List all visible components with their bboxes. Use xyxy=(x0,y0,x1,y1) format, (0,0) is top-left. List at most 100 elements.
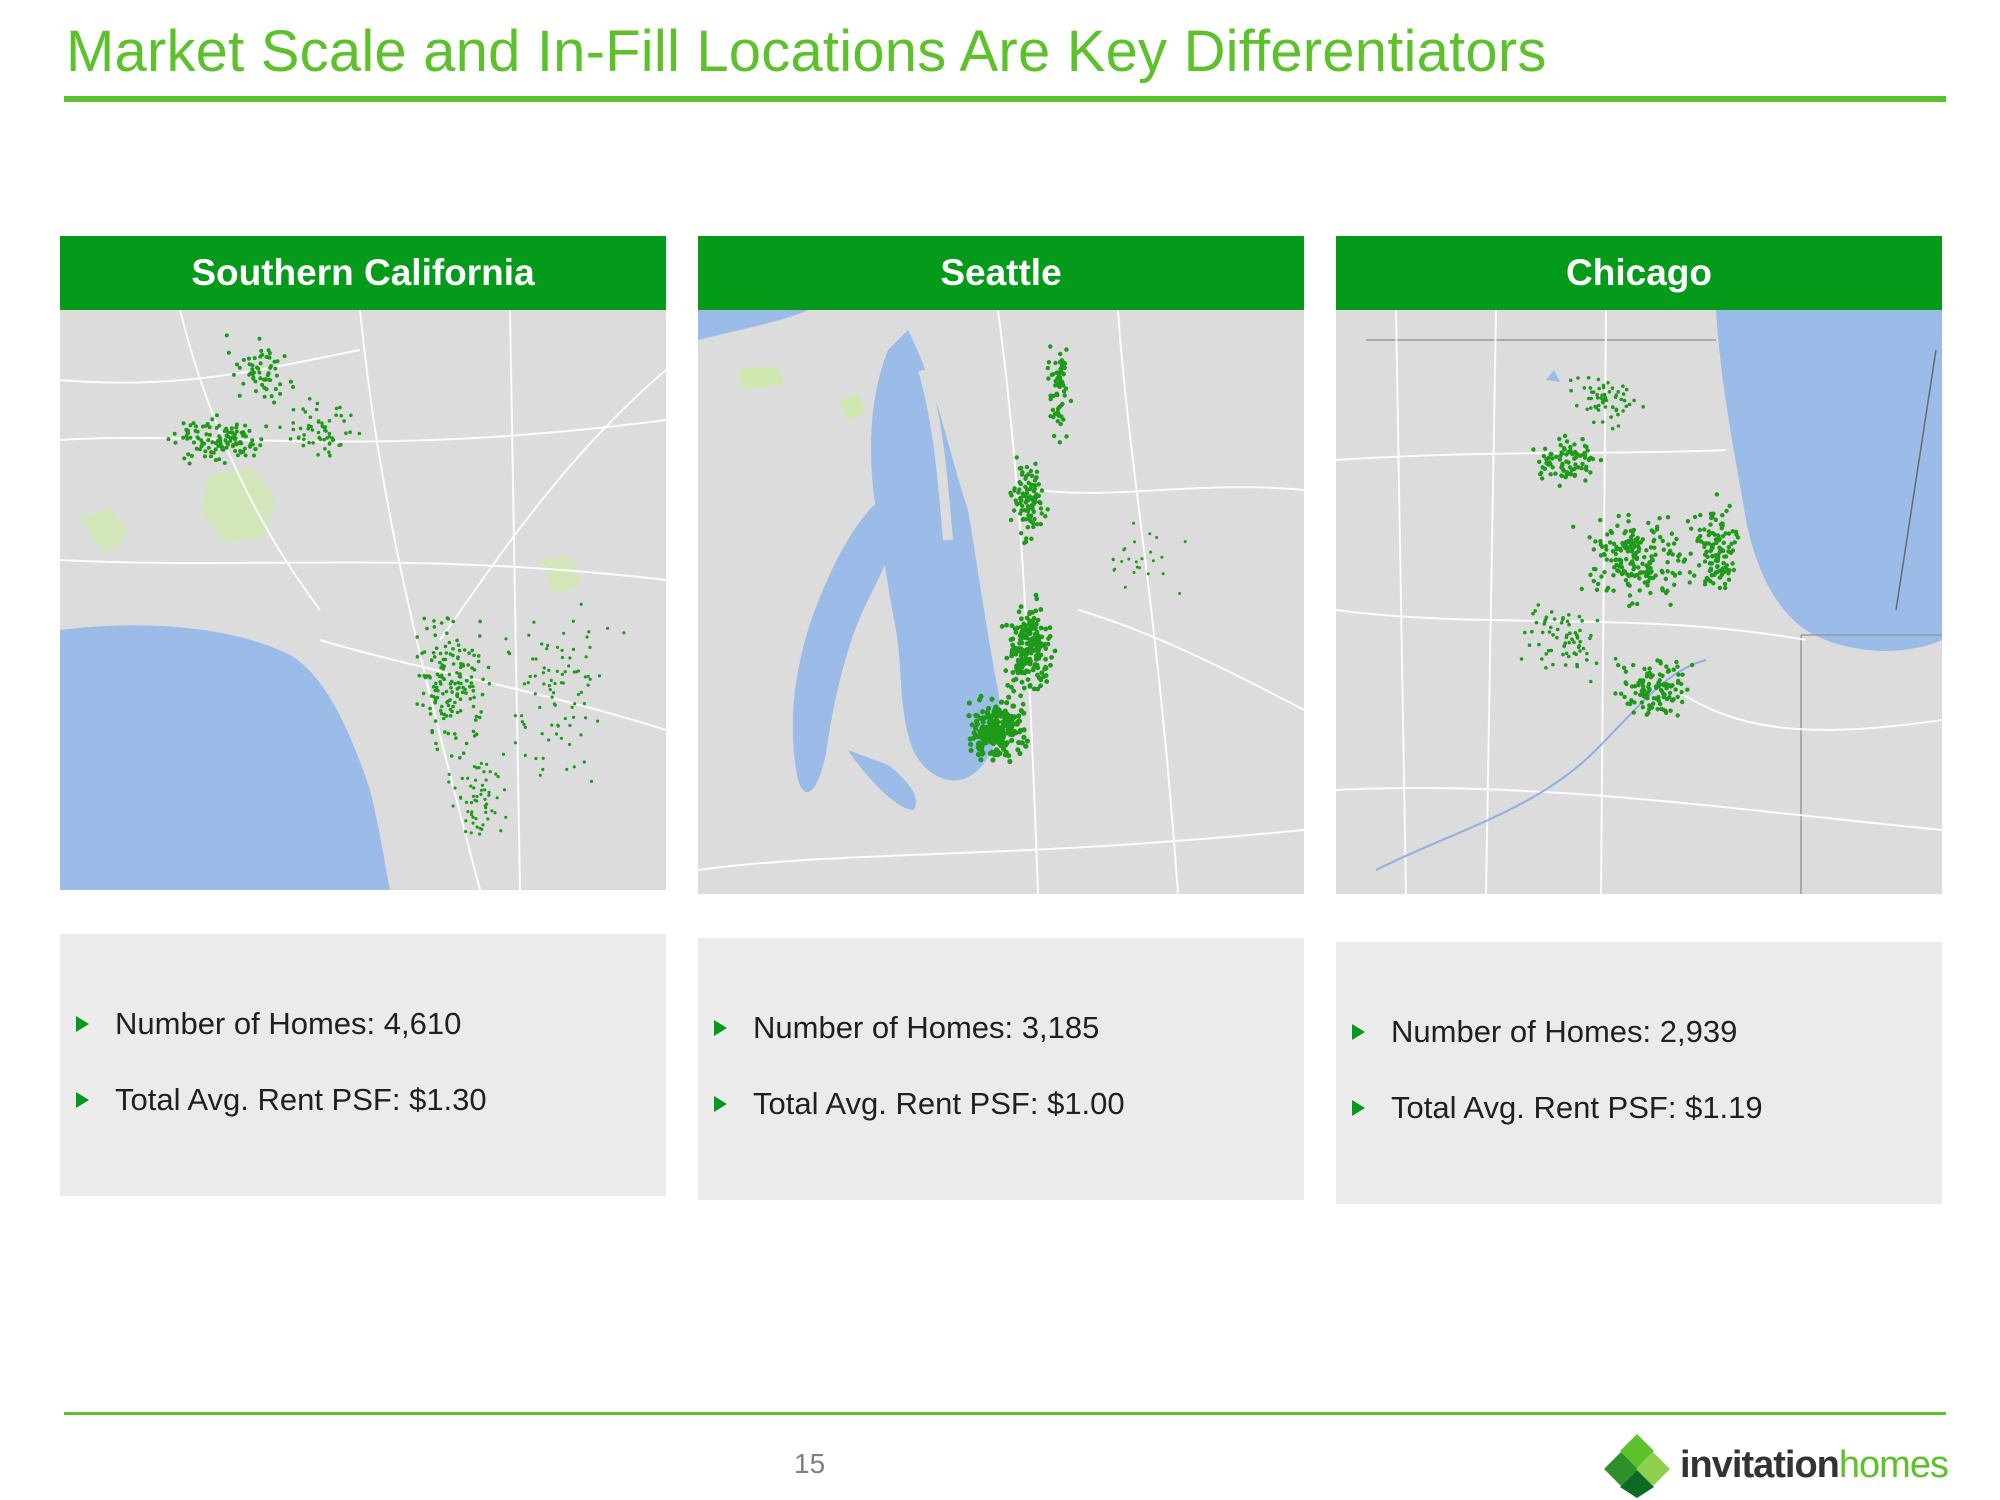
home-location-dot xyxy=(224,445,229,450)
home-location-dot xyxy=(428,706,432,711)
home-location-dot xyxy=(316,430,321,435)
home-location-dot xyxy=(534,756,538,761)
home-location-dot xyxy=(597,674,602,678)
home-location-dot xyxy=(1045,641,1051,647)
home-location-dot xyxy=(1035,672,1040,678)
home-location-dot xyxy=(338,405,342,410)
home-location-dot xyxy=(1698,512,1703,518)
home-location-dot xyxy=(1061,389,1067,394)
home-location-dot xyxy=(1688,551,1693,556)
home-location-dot xyxy=(247,428,252,433)
home-location-dot xyxy=(528,674,532,678)
home-location-dot xyxy=(1566,460,1571,465)
home-location-dot xyxy=(1018,693,1023,699)
home-location-dot xyxy=(1578,649,1582,653)
home-location-dot xyxy=(251,376,256,381)
home-location-dot xyxy=(1027,494,1032,499)
home-location-dot xyxy=(1018,604,1024,610)
home-location-dot xyxy=(478,634,482,638)
home-location-dot xyxy=(1597,386,1601,391)
home-location-dot xyxy=(555,669,559,673)
home-location-dot xyxy=(456,643,461,647)
home-location-dot xyxy=(1676,558,1681,563)
home-location-dot xyxy=(1712,572,1717,577)
home-location-dot xyxy=(205,422,210,426)
home-location-dot xyxy=(1112,568,1116,572)
home-location-dot xyxy=(470,810,474,814)
home-location-dot xyxy=(222,461,227,465)
home-location-dot xyxy=(415,635,420,639)
home-location-dot xyxy=(1622,694,1627,700)
home-location-dot xyxy=(476,659,481,664)
home-location-dot xyxy=(1020,503,1025,509)
home-location-dot xyxy=(1542,446,1548,451)
home-location-dot xyxy=(548,688,552,692)
home-location-dot xyxy=(552,702,556,706)
home-location-dot xyxy=(968,741,974,747)
home-location-dot xyxy=(1641,405,1645,409)
home-location-dot xyxy=(1713,517,1718,522)
home-location-dot xyxy=(980,709,986,715)
home-location-dot xyxy=(431,651,436,655)
home-location-dot xyxy=(547,684,551,688)
home-location-dot xyxy=(1160,555,1164,559)
home-location-dot xyxy=(1658,535,1663,540)
home-location-dot xyxy=(328,453,332,458)
home-location-dot xyxy=(1637,546,1642,551)
home-location-dot xyxy=(1061,371,1066,376)
home-location-dot xyxy=(1639,700,1645,705)
home-location-dot xyxy=(522,722,526,726)
home-location-dot xyxy=(1004,740,1010,746)
home-location-dot xyxy=(1640,705,1646,710)
home-location-dot xyxy=(1665,669,1671,674)
home-location-dot xyxy=(1692,573,1697,578)
home-location-dot xyxy=(208,454,213,459)
home-location-dot xyxy=(1662,681,1667,687)
home-location-dot xyxy=(1661,547,1666,552)
home-location-dot xyxy=(1679,681,1684,687)
home-location-dot xyxy=(485,802,489,806)
home-location-dot xyxy=(971,730,977,736)
home-location-dot xyxy=(1723,565,1728,570)
home-location-dot xyxy=(278,425,282,430)
home-location-dot xyxy=(260,352,265,357)
home-location-dot xyxy=(1613,395,1618,399)
home-location-dot xyxy=(1628,561,1633,566)
home-location-dot xyxy=(447,672,452,677)
home-location-dot xyxy=(1726,549,1731,554)
home-location-dot xyxy=(1570,637,1574,642)
home-location-dot xyxy=(1708,567,1714,573)
home-location-dot xyxy=(451,662,456,666)
home-location-dot xyxy=(1651,696,1657,701)
home-location-dot xyxy=(1014,665,1019,671)
home-location-dot xyxy=(490,809,494,813)
home-location-dot xyxy=(1613,657,1618,661)
home-location-dot xyxy=(1613,691,1618,696)
home-location-dot xyxy=(475,799,479,803)
home-location-dot xyxy=(1020,517,1025,522)
home-location-dot xyxy=(242,446,247,451)
home-location-dot xyxy=(1705,554,1710,559)
home-location-dot xyxy=(1588,470,1593,475)
home-location-dot xyxy=(1024,615,1030,621)
home-location-dot xyxy=(1591,578,1596,584)
home-location-dot xyxy=(1021,685,1027,691)
home-location-dot xyxy=(1546,648,1551,653)
home-location-dot xyxy=(441,716,446,721)
home-location-dot xyxy=(434,741,438,746)
home-location-dot xyxy=(327,450,331,455)
home-location-dot xyxy=(195,435,200,440)
home-location-dot xyxy=(1604,557,1609,562)
home-location-dot xyxy=(1527,643,1532,647)
home-location-dot xyxy=(234,422,239,427)
home-location-dot xyxy=(479,788,484,792)
home-location-dot xyxy=(1549,625,1553,630)
home-location-dot xyxy=(468,697,473,701)
home-location-dot xyxy=(470,648,475,653)
home-location-dot xyxy=(430,730,435,735)
home-location-dot xyxy=(481,823,485,827)
home-location-dot xyxy=(1614,563,1619,568)
home-location-dot xyxy=(971,735,977,741)
home-location-dot xyxy=(257,370,262,375)
home-location-dot xyxy=(1680,699,1685,705)
